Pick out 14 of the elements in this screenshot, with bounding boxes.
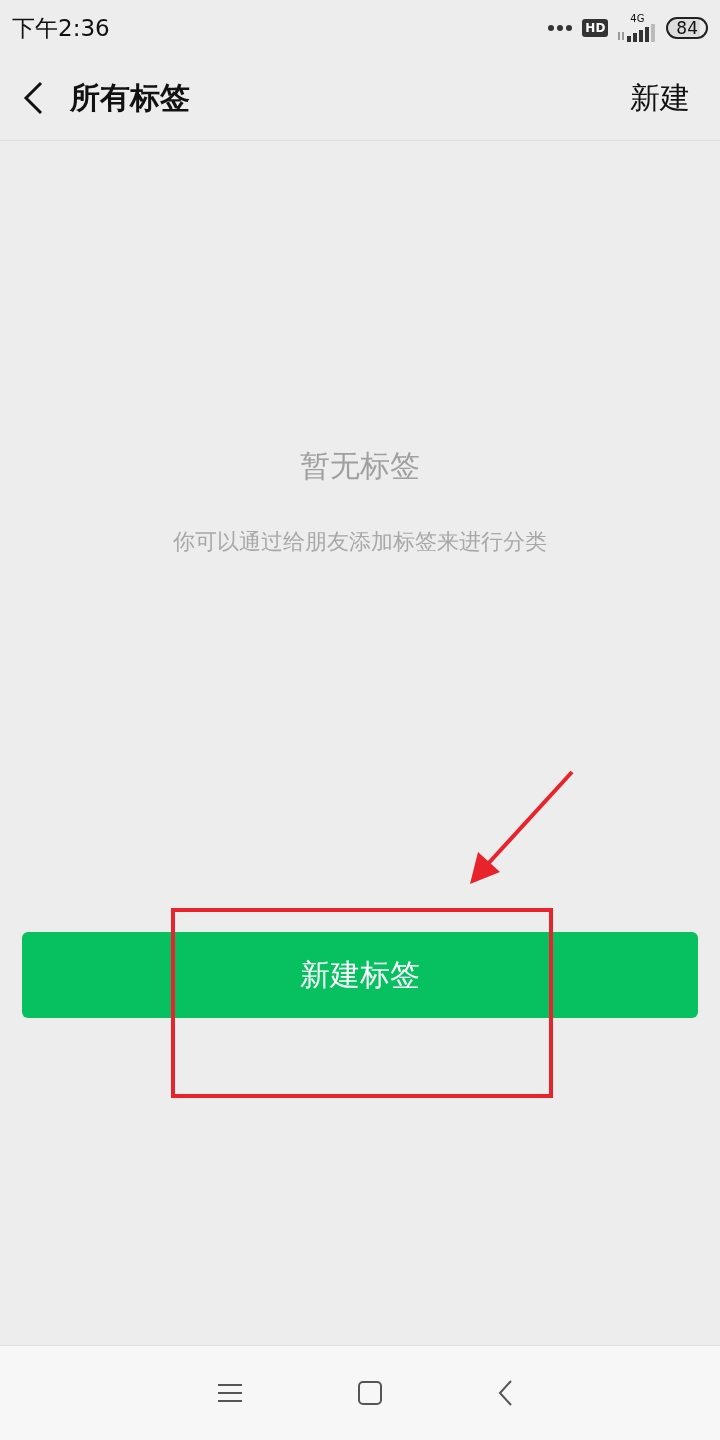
more-dots-icon [548,25,573,31]
new-button[interactable]: 新建 [630,77,690,119]
back-icon[interactable] [22,81,44,115]
page-title: 所有标签 [70,78,190,117]
signal-icon [618,24,657,42]
home-icon[interactable] [358,1381,382,1405]
empty-message: 你可以通过给朋友添加标签来进行分类 [173,528,547,556]
battery-indicator: 84 [666,17,708,39]
network-type: 4G [630,14,645,24]
menu-icon[interactable] [218,1383,242,1403]
hd-badge: HD [582,19,609,37]
status-time: 下午2:36 [12,13,110,43]
empty-title: 暂无标签 [300,447,420,485]
back-icon[interactable] [498,1380,512,1406]
